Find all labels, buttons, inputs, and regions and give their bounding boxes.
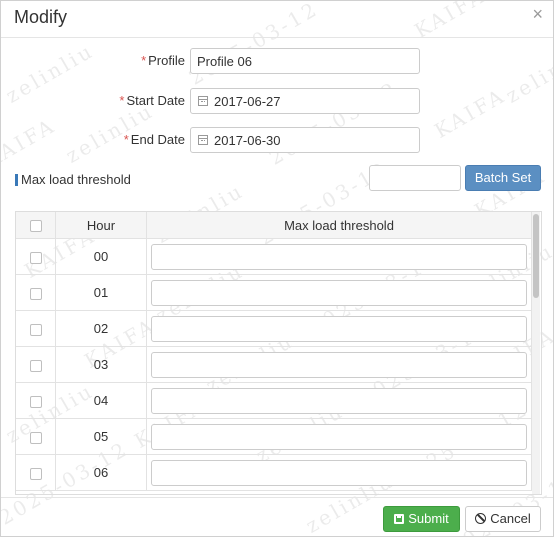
row-checkbox-cell [16, 418, 56, 455]
table-row: 02 [16, 310, 532, 347]
table-header-row: Hour Max load threshold [16, 212, 532, 239]
threshold-table: Hour Max load threshold 00 01 02 03 04 0… [15, 211, 542, 495]
modify-dialog: zelinliu 2025-03-12 KAIFA KAIFA zelinliu… [0, 0, 554, 537]
hour-cell: 05 [55, 418, 147, 455]
row-checkbox[interactable] [29, 467, 42, 480]
batch-value-input[interactable] [369, 165, 461, 191]
row-checkbox-cell [16, 454, 56, 491]
submit-button[interactable]: Submit [383, 506, 460, 532]
calendar-icon [198, 135, 208, 145]
table-scrollbar[interactable] [532, 212, 540, 494]
start-date-label: * Start Date [119, 93, 185, 108]
row-checkbox[interactable] [29, 323, 42, 336]
table-row: 04 [16, 382, 532, 419]
threshold-section-header: Max load threshold Batch Set [1, 165, 553, 193]
table-row: 06 [16, 454, 532, 491]
end-date-label-text: End Date [130, 132, 185, 147]
threshold-cell [146, 382, 532, 419]
end-date-row: * End Date 2017-06-30 [1, 127, 553, 153]
close-icon[interactable]: × [532, 4, 543, 25]
table-row: 05 [16, 418, 532, 455]
profile-input[interactable] [190, 48, 420, 74]
threshold-input[interactable] [151, 279, 527, 306]
profile-label: * Profile [141, 53, 185, 68]
select-all-checkbox[interactable] [29, 220, 42, 233]
save-icon [394, 514, 405, 524]
row-checkbox[interactable] [29, 431, 42, 444]
batch-set-button[interactable]: Batch Set [465, 165, 541, 191]
row-checkbox-cell [16, 274, 56, 311]
threshold-cell [146, 346, 532, 383]
dialog-footer: Submit Cancel [1, 497, 553, 536]
threshold-cell [146, 238, 532, 275]
threshold-header: Max load threshold [146, 212, 532, 239]
section-label: Max load threshold [21, 172, 131, 187]
profile-label-text: Profile [148, 53, 185, 68]
hour-cell: 00 [55, 238, 147, 275]
hour-cell: 03 [55, 346, 147, 383]
row-checkbox[interactable] [29, 359, 42, 372]
hour-cell: 01 [55, 274, 147, 311]
start-date-label-text: Start Date [126, 93, 185, 108]
row-checkbox-cell [16, 346, 56, 383]
row-checkbox-cell [16, 382, 56, 419]
threshold-cell [146, 310, 532, 347]
row-checkbox[interactable] [29, 395, 42, 408]
cancel-label: Cancel [490, 511, 531, 526]
required-marker: * [141, 53, 147, 68]
threshold-input[interactable] [151, 423, 527, 450]
dialog-title: Modify [14, 7, 68, 27]
profile-row: * Profile [1, 48, 553, 74]
hour-cell: 06 [55, 454, 147, 491]
hour-header: Hour [55, 212, 147, 239]
section-accent-bar [15, 174, 18, 186]
start-date-input[interactable]: 2017-06-27 [190, 88, 420, 114]
threshold-cell [146, 418, 532, 455]
scrollbar-thumb[interactable] [533, 214, 539, 298]
row-checkbox[interactable] [29, 287, 42, 300]
table-row: 03 [16, 346, 532, 383]
start-date-value: 2017-06-27 [214, 94, 281, 109]
select-all-cell [16, 212, 56, 239]
calendar-icon [198, 96, 208, 106]
threshold-input[interactable] [151, 387, 527, 414]
threshold-input[interactable] [151, 243, 527, 270]
threshold-input[interactable] [151, 315, 527, 342]
threshold-grid: Hour Max load threshold 00 01 02 03 04 0… [16, 212, 532, 491]
threshold-cell [146, 274, 532, 311]
row-checkbox-cell [16, 238, 56, 275]
threshold-input[interactable] [151, 459, 527, 486]
dialog-header: Modify × [1, 1, 553, 38]
start-date-row: * Start Date 2017-06-27 [1, 88, 553, 114]
row-checkbox-cell [16, 310, 56, 347]
row-checkbox[interactable] [29, 251, 42, 264]
submit-label: Submit [408, 511, 449, 526]
threshold-input[interactable] [151, 351, 527, 378]
required-marker: * [123, 132, 129, 147]
cancel-button[interactable]: Cancel [465, 506, 541, 532]
end-date-label: * End Date [124, 132, 185, 147]
end-date-value: 2017-06-30 [214, 133, 281, 148]
required-marker: * [119, 93, 125, 108]
ban-icon [475, 513, 487, 524]
table-row: 01 [16, 274, 532, 311]
threshold-cell [146, 454, 532, 491]
hour-cell: 04 [55, 382, 147, 419]
hour-cell: 02 [55, 310, 147, 347]
end-date-input[interactable]: 2017-06-30 [190, 127, 420, 153]
table-row: 00 [16, 238, 532, 275]
